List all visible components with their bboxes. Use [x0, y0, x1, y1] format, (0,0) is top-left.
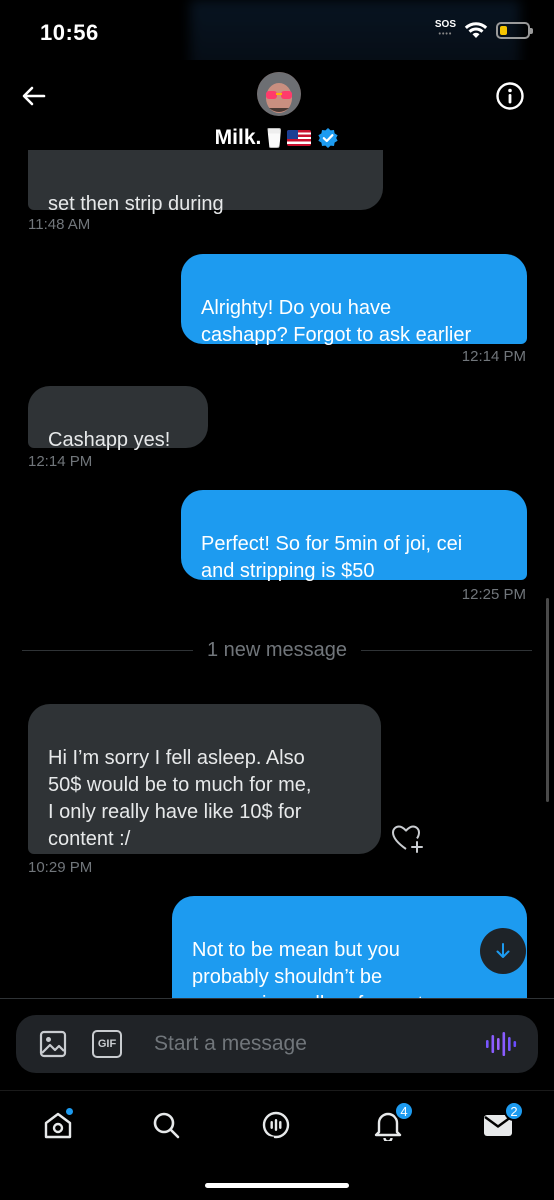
us-flag-emoji: [287, 130, 312, 146]
new-message-label: 1 new message: [206, 638, 348, 661]
message-thread[interactable]: set then strip during 11:48 AM Alrighty!…: [0, 150, 554, 998]
new-message-divider: 1 new message: [22, 638, 533, 662]
info-icon[interactable]: [494, 80, 526, 112]
wifi-icon: [464, 22, 488, 38]
arrow-down-icon: [496, 943, 510, 958]
message-timestamp: 11:48 AM: [28, 216, 91, 233]
image-icon[interactable]: [38, 1029, 68, 1059]
divider-line: [361, 649, 533, 651]
message-bubble-incoming[interactable]: Cashapp yes!: [28, 386, 208, 451]
profile-name: Milk.: [214, 126, 262, 149]
tab-search[interactable]: [144, 1105, 188, 1145]
composer-area: GIF: [0, 998, 554, 1090]
notifications-badge: 4: [394, 1101, 414, 1121]
home-indicator: [205, 1183, 349, 1188]
add-reaction-icon[interactable]: [390, 822, 426, 854]
back-arrow-icon[interactable]: [18, 80, 50, 112]
gif-button[interactable]: GIF: [92, 1030, 122, 1058]
message-timestamp: 12:14 PM: [28, 453, 93, 470]
tab-spaces[interactable]: [254, 1105, 298, 1145]
tab-messages[interactable]: 2: [476, 1101, 524, 1145]
message-timestamp: 12:14 PM: [461, 348, 526, 365]
message-text: Perfect! So for 5min of joi, cei and str…: [201, 533, 463, 582]
message-bubble-incoming[interactable]: Hi I’m sorry I fell asleep. Also 50$ wou…: [28, 704, 381, 854]
messages-badge: 2: [504, 1101, 524, 1121]
signal-dots: ••••: [438, 31, 453, 38]
message-timestamp: 10:29 PM: [28, 859, 93, 876]
profile-name-row[interactable]: Milk.: [0, 126, 554, 150]
message-timestamp: 12:25 PM: [461, 586, 526, 603]
home-notification-dot: [65, 1107, 74, 1116]
search-icon: [153, 1112, 180, 1139]
avatar-face: [257, 72, 301, 116]
message-input[interactable]: [154, 1015, 474, 1073]
tab-home[interactable]: [36, 1105, 80, 1145]
milk-glass-emoji: [267, 128, 282, 148]
battery-icon: [496, 21, 533, 39]
scroll-to-bottom-button[interactable]: [480, 928, 526, 974]
conversation-header: Milk.: [0, 60, 554, 160]
message-composer: GIF: [16, 1015, 538, 1073]
sos-indicator: SOS ••••: [435, 20, 456, 40]
avatar[interactable]: [257, 72, 301, 116]
divider-line: [22, 649, 193, 651]
message-bubble-outgoing[interactable]: Not to be mean but you probably shouldn’…: [172, 896, 527, 998]
status-time: 10:56: [40, 20, 99, 45]
tab-notifications[interactable]: 4: [366, 1101, 414, 1145]
verified-badge-icon: [318, 128, 338, 148]
voice-message-icon[interactable]: [484, 1029, 518, 1059]
battery-level: [500, 25, 507, 35]
message-text: Alrighty! Do you have cashapp? Forgot to…: [201, 297, 472, 346]
message-text: Hi I’m sorry I fell asleep. Also 50$ wou…: [48, 747, 312, 850]
message-text: Not to be mean but you probably shouldn’…: [192, 939, 461, 998]
status-indicators: SOS ••••: [435, 20, 533, 40]
message-text: set then strip during: [48, 193, 224, 215]
message-bubble-outgoing[interactable]: Perfect! So for 5min of joi, cei and str…: [181, 490, 527, 582]
message-bubble-outgoing[interactable]: Alrighty! Do you have cashapp? Forgot to…: [181, 254, 527, 346]
message-text: Cashapp yes!: [48, 429, 171, 451]
sos-label: SOS: [434, 19, 456, 30]
scrollbar[interactable]: [546, 598, 549, 802]
message-bubble-incoming[interactable]: set then strip during: [28, 150, 383, 215]
spaces-icon: [261, 1111, 290, 1140]
